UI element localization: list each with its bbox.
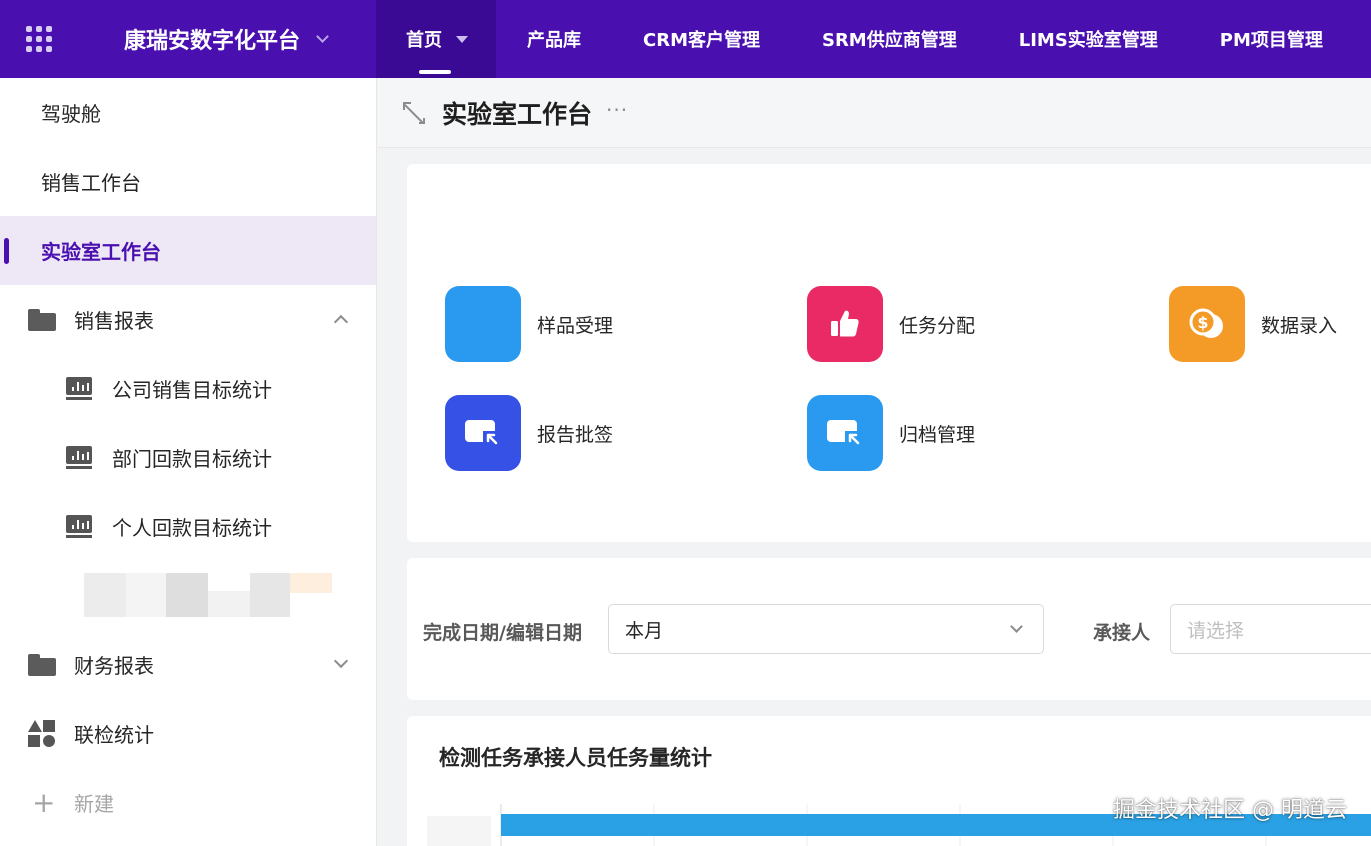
quick-actions-card: 样品受理 任务分配 $ 数据录入 报告批签 归档管理 <box>407 164 1371 542</box>
plus-icon: + <box>32 786 56 819</box>
sidebar-item-dept-collection-target[interactable]: 部门回款目标统计 <box>0 423 376 492</box>
sidebar-group-finance-reports[interactable]: 财务报表 <box>0 630 376 699</box>
date-range-select[interactable]: 本月 <box>608 604 1044 654</box>
sidebar-item-label: 联检统计 <box>74 723 154 747</box>
assignee-placeholder: 请选择 <box>1187 619 1245 642</box>
sidebar-item-label: 财务报表 <box>74 654 154 678</box>
page-header: 实验室工作台 ··· <box>378 78 1371 148</box>
apps-icon <box>28 719 56 748</box>
assignee-filter-label: 承接人 <box>1093 622 1151 644</box>
expand-icon[interactable] <box>402 101 426 125</box>
thumbs-up-icon <box>807 286 883 362</box>
quick-action-label: 报告批签 <box>537 423 614 446</box>
sidebar-group-sales-reports[interactable]: 销售报表 <box>0 285 376 354</box>
nav-item-crm[interactable]: CRM客户管理 <box>612 0 791 78</box>
task-volume-chart-card: 检测任务承接人员任务量统计 <box>407 716 1371 846</box>
chart-board-icon <box>66 376 92 401</box>
screen-pointer-icon <box>807 395 883 471</box>
chart-board-icon <box>66 514 92 539</box>
brand-name: 康瑞安数字化平台 <box>124 29 301 54</box>
sidebar-item-lab-workbench[interactable]: 实验室工作台 <box>0 216 376 285</box>
quick-action-data-entry[interactable]: $ 数据录入 <box>1169 286 1337 362</box>
sidebar-item-personal-collection-target[interactable]: 个人回款目标统计 <box>0 492 376 561</box>
sidebar-item-label: 实验室工作台 <box>41 240 161 264</box>
date-filter-label: 完成日期/编辑日期 <box>423 622 582 644</box>
folder-icon <box>28 308 56 331</box>
grid-icon <box>26 26 52 52</box>
nav-item-home[interactable]: 首页 <box>376 0 496 78</box>
blurred-sidebar-item <box>0 561 376 630</box>
folder-icon <box>28 653 56 676</box>
chevron-down-icon <box>316 30 329 43</box>
sidebar: 驾驶舱 销售工作台 实验室工作台 销售报表 公司销售目标统计 部门回款目标统计 … <box>0 78 377 846</box>
blurred-category-label <box>427 816 491 846</box>
assignee-select[interactable]: 请选择 <box>1170 604 1371 654</box>
filter-card: 完成日期/编辑日期 本月 承接人 请选择 <box>407 558 1371 700</box>
sidebar-item-joint-inspection-stats[interactable]: 联检统计 <box>0 699 376 768</box>
app-launcher-button[interactable] <box>0 0 78 78</box>
sidebar-item-label: 新建 <box>74 792 114 816</box>
sidebar-item-cockpit[interactable]: 驾驶舱 <box>0 78 376 147</box>
nav-item-srm[interactable]: SRM供应商管理 <box>791 0 988 78</box>
quick-action-label: 归档管理 <box>899 423 976 446</box>
sidebar-item-sales-workbench[interactable]: 销售工作台 <box>0 147 376 216</box>
sidebar-item-company-sales-target[interactable]: 公司销售目标统计 <box>0 354 376 423</box>
quick-action-task-assignment[interactable]: 任务分配 <box>807 286 975 362</box>
chevron-up-icon <box>333 314 349 330</box>
top-navigation-bar: 康瑞安数字化平台 首页 产品库 CRM客户管理 SRM供应商管理 LIMS实验室… <box>0 0 1371 78</box>
sidebar-item-label: 驾驶舱 <box>41 102 101 126</box>
sidebar-item-label: 个人回款目标统计 <box>112 516 272 540</box>
date-range-value: 本月 <box>625 619 664 642</box>
nav-label: CRM客户管理 <box>643 30 760 51</box>
svg-text:$: $ <box>1197 313 1208 332</box>
sidebar-item-label: 销售工作台 <box>41 171 141 195</box>
nav-item-product-library[interactable]: 产品库 <box>496 0 612 78</box>
chevron-down-icon <box>333 653 349 669</box>
quick-action-sample-receipt[interactable]: 样品受理 <box>445 286 613 362</box>
sidebar-new-button[interactable]: + 新建 <box>0 768 376 837</box>
quick-action-label: 样品受理 <box>537 314 614 337</box>
sidebar-item-label: 部门回款目标统计 <box>112 447 272 471</box>
brand-switcher[interactable]: 康瑞安数字化平台 <box>124 23 376 55</box>
quick-action-label: 数据录入 <box>1261 314 1338 337</box>
sidebar-item-label: 公司销售目标统计 <box>112 378 272 402</box>
footer-watermark: 掘金技术社区 @ 明道云 <box>1113 798 1347 823</box>
chart-board-icon <box>66 445 92 470</box>
coins-icon: $ <box>1169 286 1245 362</box>
page-title: 实验室工作台 <box>442 99 593 129</box>
quick-action-archive-management[interactable]: 归档管理 <box>807 395 975 471</box>
main-nav: 首页 产品库 CRM客户管理 SRM供应商管理 LIMS实验室管理 PM项目管理 <box>376 0 1354 78</box>
chart-title: 检测任务承接人员任务量统计 <box>439 746 712 770</box>
chevron-down-icon <box>1010 620 1023 633</box>
nav-label: PM项目管理 <box>1219 30 1323 51</box>
sample-receipt-icon <box>445 286 521 362</box>
screen-pointer-icon <box>445 395 521 471</box>
more-options-icon[interactable]: ··· <box>606 98 628 122</box>
quick-action-report-approval[interactable]: 报告批签 <box>445 395 613 471</box>
sidebar-item-label: 销售报表 <box>74 309 154 333</box>
caret-down-icon <box>456 35 468 43</box>
quick-action-label: 任务分配 <box>899 314 976 337</box>
nav-item-pm[interactable]: PM项目管理 <box>1189 0 1354 78</box>
nav-label: LIMS实验室管理 <box>1018 30 1158 51</box>
nav-label: 首页 <box>406 30 442 51</box>
nav-label: 产品库 <box>527 30 581 51</box>
nav-label: SRM供应商管理 <box>821 30 957 51</box>
nav-item-lims[interactable]: LIMS实验室管理 <box>988 0 1189 78</box>
